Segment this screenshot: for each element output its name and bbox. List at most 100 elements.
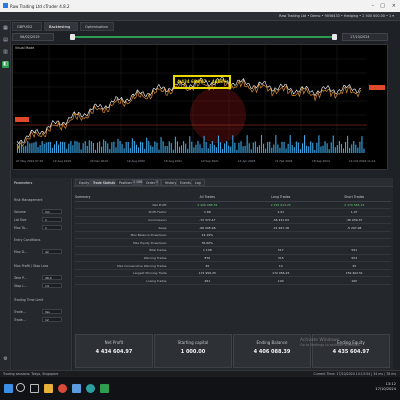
stat-value: 517 — [244, 246, 318, 255]
column-header[interactable]: Long Trades — [244, 194, 318, 202]
table-row: Max Consecutive Winning Trades 30 14 25 — [75, 261, 391, 270]
tab-symbol[interactable]: GBPUSD — [12, 22, 42, 31]
param-input[interactable]: 1 — [42, 217, 62, 222]
windows-icon[interactable] — [4, 384, 13, 393]
activation-watermark: Activate Windows Go to Settings to activ… — [300, 338, 361, 347]
volume-bar — [129, 148, 131, 153]
store-icon[interactable] — [72, 384, 81, 393]
volume-bar — [156, 142, 158, 153]
volume-bar — [304, 135, 306, 153]
column-header[interactable]: Short Trades — [317, 194, 391, 202]
edge-icon[interactable] — [86, 384, 95, 393]
volume-bar — [178, 146, 181, 153]
volume-bar — [115, 147, 117, 153]
volume-bar — [347, 135, 349, 153]
search-icon[interactable] — [16, 383, 25, 392]
volume-bar — [76, 141, 78, 153]
volume-bar — [82, 143, 84, 153]
stat-label: Total trades — [75, 246, 171, 255]
ctrader-icon[interactable] — [100, 384, 109, 393]
volume-bar — [133, 141, 135, 153]
stat-value: 160 — [317, 276, 391, 286]
minimize-button[interactable]: – — [372, 3, 375, 9]
param-input[interactable]: 42 — [42, 249, 62, 254]
robot-icon[interactable]: ◧ — [2, 61, 9, 68]
volume-bar — [318, 135, 320, 153]
volume-bar — [242, 146, 244, 153]
system-clock[interactable]: 13:12 17/10/2024 — [375, 382, 396, 392]
volume-bar — [328, 149, 330, 153]
volume-bar — [135, 144, 137, 153]
volume-bar — [181, 145, 183, 153]
stat-value: 876 — [170, 254, 245, 263]
param-input[interactable]: 48.4 — [42, 275, 62, 280]
equity-chart-svg: 07 May 2019 07:25 19 Aug 2019 20 Dec 2019 1… — [13, 45, 385, 163]
taskview-icon[interactable] — [30, 384, 39, 393]
volume-bar — [170, 143, 172, 153]
tab-log[interactable]: Log — [191, 179, 205, 186]
close-button[interactable]: × — [392, 3, 396, 9]
volume-bar — [351, 144, 353, 153]
table-row: Largest Winning Trade 172 956.25 172 956.2… — [75, 269, 391, 278]
tab-backtesting[interactable]: Backtesting — [44, 22, 78, 31]
param-input[interactable]: Vol — [42, 209, 62, 214]
param-label: Stop L... — [14, 284, 28, 288]
table-row: Winning Trades 876 315 553 — [75, 254, 391, 263]
maximize-button[interactable]: □ — [380, 3, 385, 9]
param-input[interactable]: 12 — [42, 317, 62, 322]
column-header[interactable]: All Trades — [170, 194, 245, 202]
volume-bar — [322, 145, 324, 153]
stat-value — [317, 231, 391, 240]
param-input[interactable]: Yes — [42, 309, 62, 314]
volume-bar — [101, 146, 103, 153]
volume-bar — [92, 143, 94, 153]
volume-bar — [230, 146, 232, 153]
param-input[interactable]: 14 — [42, 283, 62, 288]
orders-count-badge: 1 — [155, 179, 160, 186]
volume-bar — [142, 142, 144, 153]
equity-chart[interactable]: Visual Mode 07 May 2019 07:25 19 Aug 2019… — [12, 44, 388, 170]
tab-optimisation[interactable]: Optimisation — [80, 22, 114, 31]
volume-bar — [345, 142, 347, 153]
volume-bar — [199, 144, 201, 153]
volume-bar — [207, 148, 209, 153]
calendar-icon[interactable]: ▥ — [2, 49, 9, 56]
grid-icon[interactable]: ▦ — [2, 25, 9, 32]
volume-bar — [219, 142, 222, 153]
volume-bar — [281, 141, 283, 153]
volume-bar — [144, 148, 146, 153]
volume-bar — [205, 141, 207, 153]
volume-bar — [41, 141, 43, 153]
stat-value: 159 402.51 — [317, 269, 391, 278]
settings-icon[interactable]: ⚙ — [2, 356, 9, 363]
stat-value: 591 — [317, 246, 391, 255]
volume-bar — [109, 149, 111, 153]
volume-bar — [88, 140, 90, 153]
volume-bar — [148, 141, 150, 153]
volume-bar — [320, 146, 322, 153]
volume-bar — [39, 145, 41, 153]
volume-bar — [45, 142, 47, 153]
tab-backtesting-label: Backtesting — [49, 25, 71, 29]
date-range-slider[interactable] — [72, 36, 334, 38]
chrome-icon[interactable] — [58, 384, 67, 393]
volume-bar — [21, 141, 23, 153]
volume-bar — [324, 141, 326, 153]
volume-bar — [189, 136, 191, 153]
volume-bar — [232, 135, 234, 153]
volume-bar — [336, 145, 338, 153]
volume-bar — [306, 145, 308, 153]
chart-icon[interactable]: ▤ — [2, 37, 9, 44]
x-tick-label: 20 Dec 2019 — [90, 159, 108, 163]
account-info[interactable]: Raw Trading Ltd • Demo • 9056433 • Hedgi… — [279, 14, 394, 18]
end-date-input[interactable]: 17/10/2024 — [342, 33, 388, 41]
volume-bar — [47, 142, 49, 153]
volume-bar — [338, 141, 340, 153]
explorer-icon[interactable] — [44, 384, 53, 393]
end-date-handle[interactable] — [332, 34, 337, 40]
summary-value: 4 406 088.39 — [253, 349, 291, 355]
volume-bar — [99, 141, 101, 153]
start-date-handle[interactable] — [70, 34, 75, 40]
start-date-input[interactable]: 06/02/2019 — [12, 33, 54, 41]
param-input[interactable]: 1 — [42, 225, 62, 230]
